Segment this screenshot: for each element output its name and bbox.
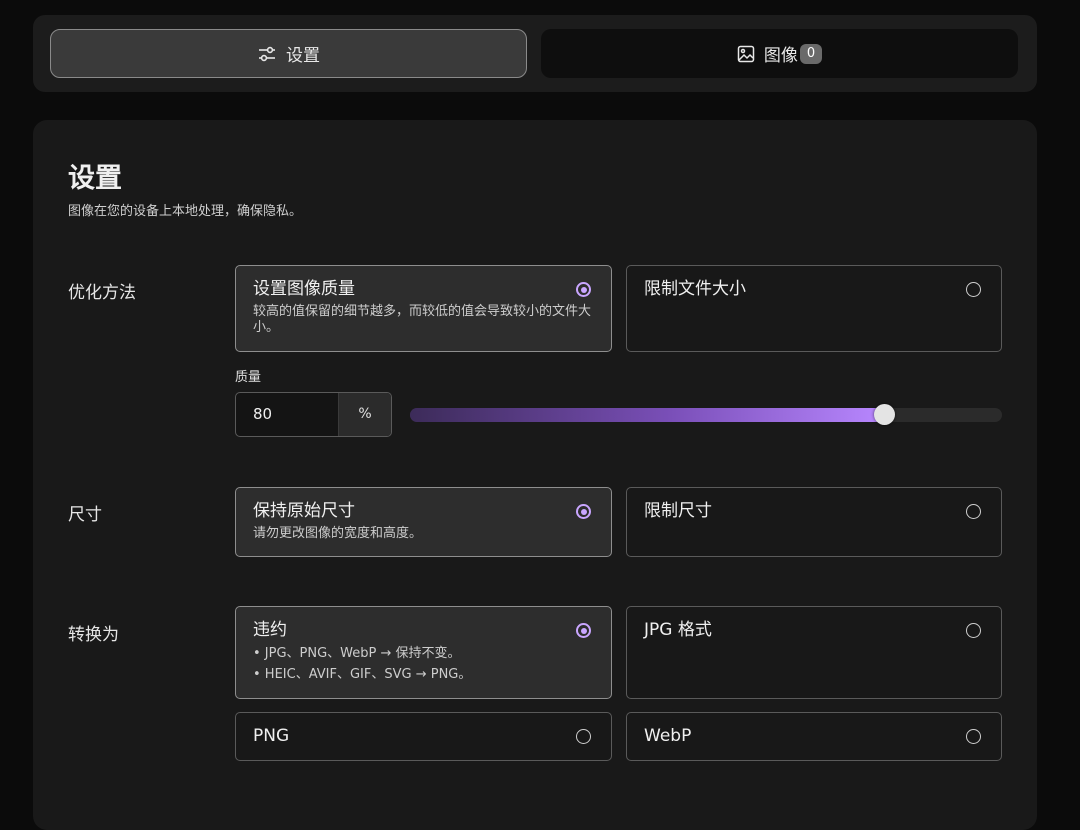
page-subtitle: 图像在您的设备上本地处理，确保隐私。 — [68, 204, 303, 219]
convert-label: 转换为 — [68, 625, 119, 645]
tab-bar: 设置 图像 0 — [33, 15, 1037, 92]
image-icon — [737, 45, 755, 62]
option-title: JPG 格式 — [644, 620, 712, 640]
option-title: 设置图像质量 — [253, 279, 355, 299]
dimensions-label: 尺寸 — [68, 505, 102, 525]
option-default[interactable]: 违约 • JPG、PNG、WebP → 保持不变。 • HEIC、AVIF、GI… — [235, 606, 612, 699]
option-title: WebP — [644, 726, 692, 746]
option-limit-file-size[interactable]: 限制文件大小 — [626, 265, 1002, 352]
image-count-badge: 0 — [799, 43, 823, 64]
option-limit-dimensions[interactable]: 限制尺寸 — [626, 487, 1002, 557]
tab-settings-label: 设置 — [286, 46, 320, 66]
option-line: • JPG、PNG、WebP → 保持不变。 — [253, 646, 461, 661]
quality-slider-fill — [410, 408, 884, 422]
quality-slider-thumb[interactable] — [873, 404, 895, 425]
option-description: 请勿更改图像的宽度和高度。 — [253, 526, 423, 541]
option-keep-original-size[interactable]: 保持原始尺寸 请勿更改图像的宽度和高度。 — [235, 487, 612, 557]
radio-unselected[interactable] — [576, 729, 591, 744]
radio-selected[interactable] — [576, 623, 591, 638]
radio-selected[interactable] — [576, 504, 591, 519]
option-jpg[interactable]: JPG 格式 — [626, 606, 1002, 699]
option-line: • HEIC、AVIF、GIF、SVG → PNG。 — [253, 667, 472, 682]
radio-unselected[interactable] — [966, 623, 981, 638]
quality-slider[interactable] — [410, 404, 1002, 425]
quality-value[interactable]: 80 — [236, 393, 338, 436]
option-description: 较高的值保留的细节越多，而较低的值会导致较小的文件大小。 — [253, 304, 592, 335]
quality-label: 质量 — [235, 370, 262, 385]
option-description: • JPG、PNG、WebP → 保持不变。 • HEIC、AVIF、GIF、S… — [253, 643, 593, 685]
option-png[interactable]: PNG — [235, 712, 612, 761]
settings-panel: 设置 图像在您的设备上本地处理，确保隐私。 优化方法 设置图像质量 较高的值保留… — [33, 120, 1037, 830]
option-title: 限制尺寸 — [644, 501, 712, 521]
option-title: 违约 — [253, 620, 287, 640]
tab-images[interactable]: 图像 0 — [541, 29, 1018, 78]
optimization-label: 优化方法 — [68, 283, 136, 303]
option-webp[interactable]: WebP — [626, 712, 1002, 761]
option-set-quality[interactable]: 设置图像质量 较高的值保留的细节越多，而较低的值会导致较小的文件大小。 — [235, 265, 612, 352]
option-title: 保持原始尺寸 — [253, 501, 355, 521]
radio-unselected[interactable] — [966, 282, 981, 297]
radio-selected[interactable] — [576, 282, 591, 297]
radio-unselected[interactable] — [966, 504, 981, 519]
radio-unselected[interactable] — [966, 729, 981, 744]
quality-unit: % — [338, 393, 391, 436]
tab-settings[interactable]: 设置 — [50, 29, 527, 78]
page-title: 设置 — [68, 163, 122, 194]
option-title: 限制文件大小 — [644, 279, 746, 299]
sliders-icon — [259, 46, 275, 61]
tab-images-label: 图像 — [763, 46, 798, 66]
option-title: PNG — [253, 726, 290, 746]
quality-input[interactable]: 80 % — [235, 392, 392, 437]
